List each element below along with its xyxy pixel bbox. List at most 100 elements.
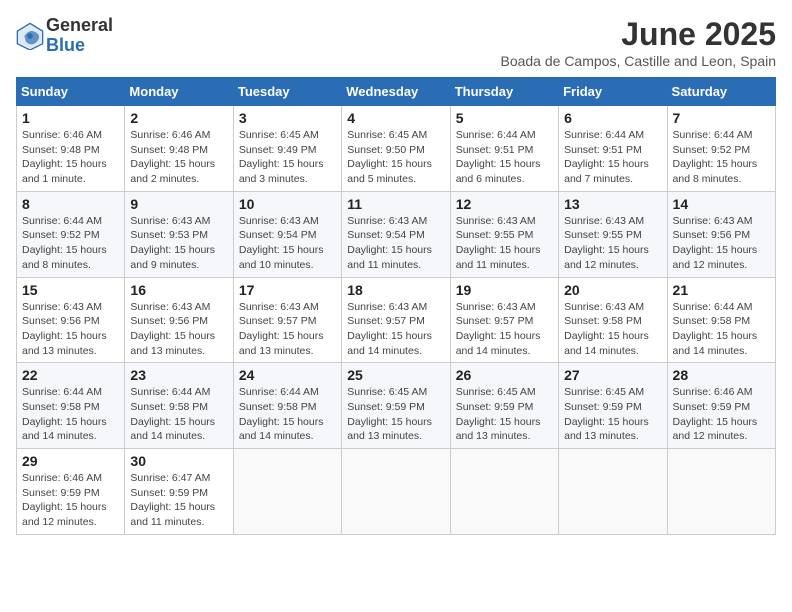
calendar-day-cell: 13 Sunrise: 6:43 AMSunset: 9:55 PMDayligh…	[559, 191, 667, 277]
day-info: Sunrise: 6:46 AMSunset: 9:59 PMDaylight:…	[673, 385, 770, 444]
day-info: Sunrise: 6:44 AMSunset: 9:52 PMDaylight:…	[22, 214, 119, 273]
sunrise-info: Sunrise: 6:45 AM	[347, 385, 444, 400]
sunset-info: Sunset: 9:57 PM	[456, 314, 553, 329]
day-info: Sunrise: 6:44 AMSunset: 9:52 PMDaylight:…	[673, 128, 770, 187]
day-info: Sunrise: 6:43 AMSunset: 9:54 PMDaylight:…	[239, 214, 336, 273]
day-info: Sunrise: 6:43 AMSunset: 9:55 PMDaylight:…	[564, 214, 661, 273]
day-info: Sunrise: 6:47 AMSunset: 9:59 PMDaylight:…	[130, 471, 227, 530]
logo-blue: Blue	[46, 36, 113, 56]
calendar-day-cell: 6Sunrise: 6:44 AMSunset: 9:51 PMDaylight…	[559, 106, 667, 192]
calendar-table: SundayMondayTuesdayWednesdayThursdayFrid…	[16, 77, 776, 535]
day-info: Sunrise: 6:43 AMSunset: 9:58 PMDaylight:…	[564, 300, 661, 359]
sunrise-info: Sunrise: 6:45 AM	[239, 128, 336, 143]
sunrise-info: Sunrise: 6:44 AM	[130, 385, 227, 400]
column-header-saturday: Saturday	[667, 78, 775, 106]
calendar-day-cell: 21Sunrise: 6:44 AMSunset: 9:58 PMDayligh…	[667, 277, 775, 363]
sunrise-info: Sunrise: 6:44 AM	[239, 385, 336, 400]
calendar-day-cell: 14Sunrise: 6:43 AMSunset: 9:56 PMDayligh…	[667, 191, 775, 277]
sunset-info: Sunset: 9:48 PM	[22, 143, 119, 158]
calendar-day-cell: 26Sunrise: 6:45 AMSunset: 9:59 PMDayligh…	[450, 363, 558, 449]
day-info: Sunrise: 6:44 AMSunset: 9:51 PMDaylight:…	[564, 128, 661, 187]
calendar-day-cell: 29Sunrise: 6:46 AMSunset: 9:59 PMDayligh…	[17, 449, 125, 535]
sunrise-info: Sunrise: 6:43 AM	[564, 300, 661, 315]
calendar-day-cell	[233, 449, 341, 535]
sunrise-info: Sunrise: 6:43 AM	[347, 300, 444, 315]
sunset-info: Sunset: 9:58 PM	[130, 400, 227, 415]
month-title: June 2025	[500, 16, 776, 53]
day-info: Sunrise: 6:43 AMSunset: 9:56 PMDaylight:…	[130, 300, 227, 359]
sunset-info: Sunset: 9:57 PM	[239, 314, 336, 329]
daylight-info: Daylight: 15 hours and 14 minutes.	[22, 415, 119, 444]
day-number: 13	[564, 196, 661, 212]
sunset-info: Sunset: 9:55 PM	[564, 228, 661, 243]
calendar-week-row: 29Sunrise: 6:46 AMSunset: 9:59 PMDayligh…	[17, 449, 776, 535]
sunset-info: Sunset: 9:51 PM	[456, 143, 553, 158]
calendar-day-cell: 3Sunrise: 6:45 AMSunset: 9:49 PMDaylight…	[233, 106, 341, 192]
sunset-info: Sunset: 9:54 PM	[347, 228, 444, 243]
daylight-info: Daylight: 15 hours and 13 minutes.	[456, 415, 553, 444]
calendar-day-cell: 4Sunrise: 6:45 AMSunset: 9:50 PMDaylight…	[342, 106, 450, 192]
day-info: Sunrise: 6:43 AMSunset: 9:53 PMDaylight:…	[130, 214, 227, 273]
calendar-day-cell: 9 Sunrise: 6:43 AMSunset: 9:53 PMDaylight…	[125, 191, 233, 277]
day-info: Sunrise: 6:43 AMSunset: 9:57 PMDaylight:…	[456, 300, 553, 359]
sunset-info: Sunset: 9:52 PM	[22, 228, 119, 243]
sunrise-info: Sunrise: 6:43 AM	[239, 300, 336, 315]
sunset-info: Sunset: 9:50 PM	[347, 143, 444, 158]
sunset-info: Sunset: 9:51 PM	[564, 143, 661, 158]
sunset-info: Sunset: 9:59 PM	[673, 400, 770, 415]
day-number: 19	[456, 282, 553, 298]
day-info: Sunrise: 6:45 AMSunset: 9:59 PMDaylight:…	[456, 385, 553, 444]
sunrise-info: Sunrise: 6:43 AM	[130, 214, 227, 229]
calendar-day-cell: 20 Sunrise: 6:43 AMSunset: 9:58 PMDayligh…	[559, 277, 667, 363]
sunrise-info: Sunrise: 6:44 AM	[456, 128, 553, 143]
day-number: 15	[22, 282, 119, 298]
day-info: Sunrise: 6:45 AMSunset: 9:50 PMDaylight:…	[347, 128, 444, 187]
day-info: Sunrise: 6:43 AMSunset: 9:54 PMDaylight:…	[347, 214, 444, 273]
daylight-info: Daylight: 15 hours and 12 minutes.	[22, 500, 119, 529]
daylight-info: Daylight: 15 hours and 1 minute.	[22, 157, 119, 186]
day-number: 1	[22, 110, 119, 126]
sunset-info: Sunset: 9:59 PM	[564, 400, 661, 415]
daylight-info: Daylight: 15 hours and 11 minutes.	[347, 243, 444, 272]
calendar-day-cell: 17Sunrise: 6:43 AMSunset: 9:57 PMDayligh…	[233, 277, 341, 363]
day-number: 20	[564, 282, 661, 298]
calendar-week-row: 15 Sunrise: 6:43 AMSunset: 9:56 PMDayligh…	[17, 277, 776, 363]
day-number: 24	[239, 367, 336, 383]
sunrise-info: Sunrise: 6:44 AM	[22, 385, 119, 400]
sunset-info: Sunset: 9:54 PM	[239, 228, 336, 243]
day-number: 17	[239, 282, 336, 298]
calendar-day-cell: 30 Sunrise: 6:47 AMSunset: 9:59 PMDayligh…	[125, 449, 233, 535]
sunrise-info: Sunrise: 6:44 AM	[673, 300, 770, 315]
calendar-day-cell: 18 Sunrise: 6:43 AMSunset: 9:57 PMDayligh…	[342, 277, 450, 363]
day-info: Sunrise: 6:44 AMSunset: 9:58 PMDaylight:…	[673, 300, 770, 359]
day-number: 29	[22, 453, 119, 469]
calendar-day-cell: 15Sunrise: 6:43 AMSunset: 9:56 PMDayligh…	[17, 277, 125, 363]
sunrise-info: Sunrise: 6:44 AM	[22, 214, 119, 229]
calendar-day-cell: 11Sunrise: 6:43 AMSunset: 9:54 PMDayligh…	[342, 191, 450, 277]
day-number: 30	[130, 453, 227, 469]
sunset-info: Sunset: 9:56 PM	[673, 228, 770, 243]
sunrise-info: Sunrise: 6:44 AM	[673, 128, 770, 143]
daylight-info: Daylight: 15 hours and 13 minutes.	[564, 415, 661, 444]
sunset-info: Sunset: 9:52 PM	[673, 143, 770, 158]
calendar-day-cell: 24Sunrise: 6:44 AMSunset: 9:58 PMDayligh…	[233, 363, 341, 449]
daylight-info: Daylight: 15 hours and 11 minutes.	[456, 243, 553, 272]
calendar-day-cell: 12Sunrise: 6:43 AMSunset: 9:55 PMDayligh…	[450, 191, 558, 277]
daylight-info: Daylight: 15 hours and 8 minutes.	[22, 243, 119, 272]
day-number: 9	[130, 196, 227, 212]
logo-general: General	[46, 16, 113, 36]
day-info: Sunrise: 6:43 AMSunset: 9:57 PMDaylight:…	[347, 300, 444, 359]
calendar-day-cell: 23Sunrise: 6:44 AMSunset: 9:58 PMDayligh…	[125, 363, 233, 449]
sunrise-info: Sunrise: 6:43 AM	[564, 214, 661, 229]
day-info: Sunrise: 6:46 AMSunset: 9:48 PMDaylight:…	[22, 128, 119, 187]
sunrise-info: Sunrise: 6:46 AM	[673, 385, 770, 400]
day-number: 18	[347, 282, 444, 298]
sunrise-info: Sunrise: 6:43 AM	[456, 214, 553, 229]
daylight-info: Daylight: 15 hours and 10 minutes.	[239, 243, 336, 272]
daylight-info: Daylight: 15 hours and 14 minutes.	[130, 415, 227, 444]
day-number: 8	[22, 196, 119, 212]
daylight-info: Daylight: 15 hours and 12 minutes.	[673, 415, 770, 444]
calendar-day-cell: 1 Sunrise: 6:46 AMSunset: 9:48 PMDaylight…	[17, 106, 125, 192]
sunrise-info: Sunrise: 6:46 AM	[130, 128, 227, 143]
column-header-sunday: Sunday	[17, 78, 125, 106]
